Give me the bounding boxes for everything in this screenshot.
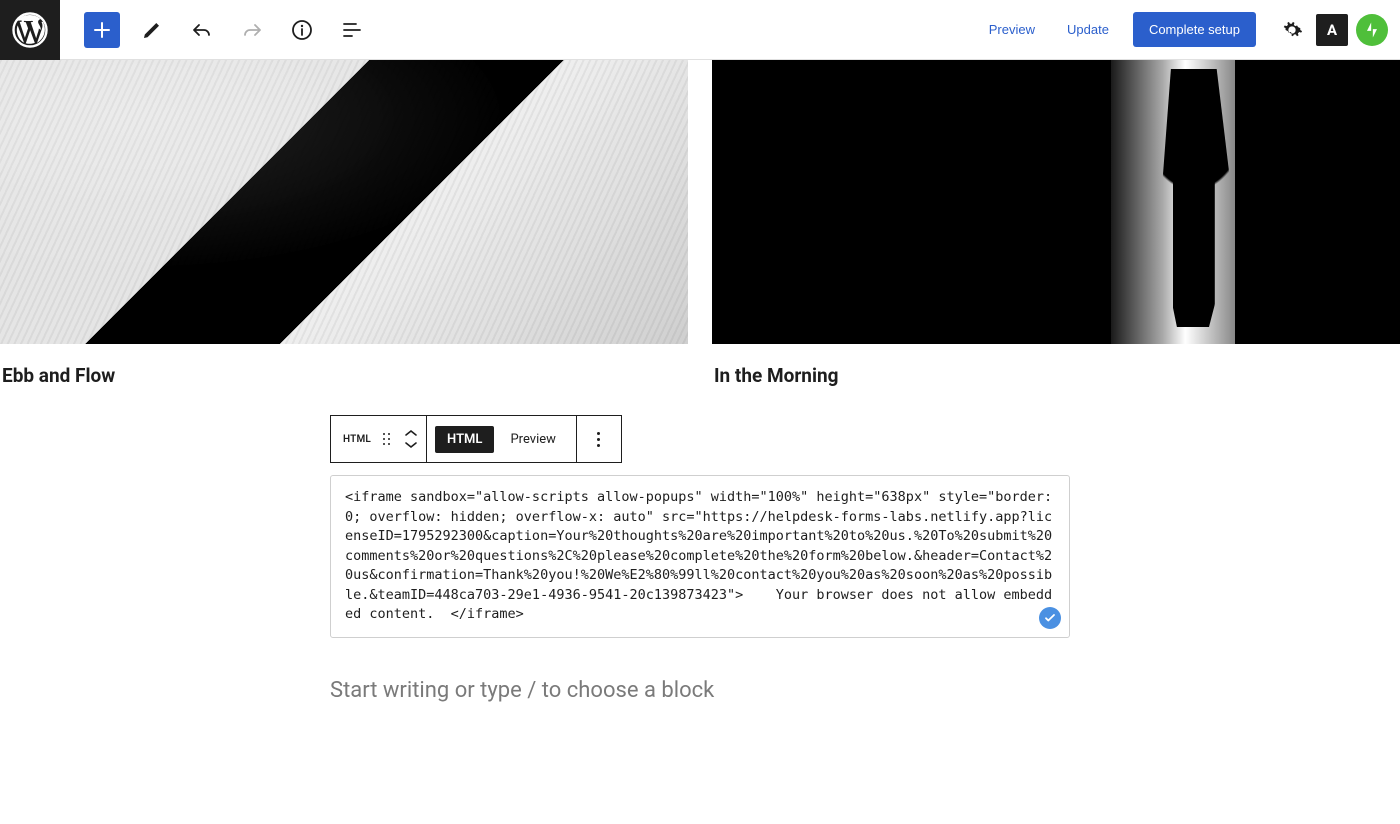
pencil-icon bbox=[140, 18, 164, 42]
undo-icon bbox=[190, 18, 214, 42]
edit-tool-button[interactable] bbox=[134, 12, 170, 48]
gallery-item-left[interactable]: Ebb and Flow bbox=[0, 60, 688, 387]
block-type-label: HTML bbox=[343, 434, 371, 445]
undo-button[interactable] bbox=[184, 12, 220, 48]
gear-icon bbox=[1281, 19, 1303, 41]
html-tab-button[interactable]: HTML bbox=[435, 426, 494, 453]
gallery-item-right[interactable]: In the Morning bbox=[712, 60, 1400, 387]
a11y-button[interactable]: A bbox=[1316, 14, 1348, 46]
add-block-button[interactable] bbox=[84, 12, 120, 48]
block-more-options[interactable] bbox=[577, 416, 621, 462]
custom-html-block[interactable]: <iframe sandbox="allow-scripts allow-pop… bbox=[330, 475, 1070, 638]
info-button[interactable] bbox=[284, 12, 320, 48]
block-movers bbox=[396, 416, 427, 462]
check-icon bbox=[1044, 612, 1056, 624]
settings-button[interactable] bbox=[1276, 14, 1308, 46]
editor-toolbar: Preview Update Complete setup A bbox=[0, 0, 1400, 60]
gallery-image-ebb bbox=[0, 60, 688, 344]
update-link[interactable]: Update bbox=[1055, 14, 1121, 45]
redo-button[interactable] bbox=[234, 12, 270, 48]
more-vertical-icon bbox=[589, 432, 609, 447]
block-type-indicator[interactable]: HTML bbox=[331, 416, 396, 462]
gallery-row: Ebb and Flow In the Morning bbox=[0, 60, 1400, 387]
chevron-up-icon[interactable] bbox=[404, 428, 418, 438]
gallery-caption-right: In the Morning bbox=[712, 344, 1400, 387]
toolbar-right-group: Preview Update Complete setup A bbox=[977, 12, 1388, 47]
html-preview-toggle: HTML Preview bbox=[427, 416, 577, 462]
gallery-caption-left: Ebb and Flow bbox=[0, 344, 688, 387]
toolbar-left-group bbox=[0, 0, 370, 59]
block-editor-area: HTML HTML Preview <iframe sandbox="allow… bbox=[310, 415, 1090, 703]
drag-handle-icon[interactable] bbox=[383, 433, 390, 445]
jetpack-icon bbox=[1362, 20, 1382, 40]
block-toolbar: HTML HTML Preview bbox=[330, 415, 622, 463]
plus-icon bbox=[90, 18, 114, 42]
list-view-icon bbox=[340, 18, 364, 42]
editor-canvas: Ebb and Flow In the Morning HTML HTML Pr… bbox=[0, 60, 1400, 703]
complete-setup-button[interactable]: Complete setup bbox=[1133, 12, 1256, 47]
info-icon bbox=[290, 18, 314, 42]
preview-tab-button[interactable]: Preview bbox=[498, 426, 567, 453]
gallery-image-morning bbox=[712, 60, 1400, 344]
new-block-placeholder[interactable]: Start writing or type / to choose a bloc… bbox=[330, 678, 1070, 703]
wordpress-logo[interactable] bbox=[0, 0, 60, 60]
chevron-down-icon[interactable] bbox=[404, 440, 418, 450]
validation-badge bbox=[1039, 607, 1061, 629]
jetpack-avatar[interactable] bbox=[1356, 14, 1388, 46]
html-code-textarea[interactable]: <iframe sandbox="allow-scripts allow-pop… bbox=[345, 488, 1055, 625]
redo-icon bbox=[240, 18, 264, 42]
preview-link[interactable]: Preview bbox=[977, 14, 1047, 45]
outline-button[interactable] bbox=[334, 12, 370, 48]
wordpress-icon bbox=[12, 12, 48, 48]
